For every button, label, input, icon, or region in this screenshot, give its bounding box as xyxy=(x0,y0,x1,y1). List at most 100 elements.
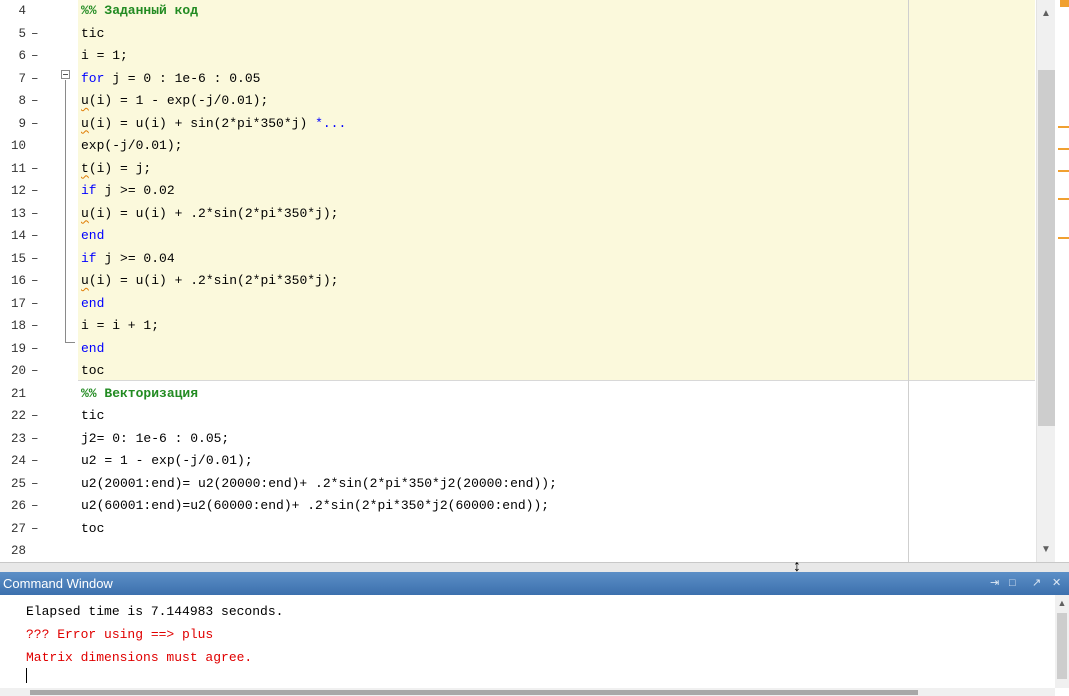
line-number: 27 xyxy=(10,521,26,536)
breakpoint-marker[interactable]: – xyxy=(31,113,39,136)
undock-icon[interactable]: ⇥ xyxy=(990,572,999,595)
breakpoint-marker[interactable]: – xyxy=(31,338,39,361)
breakpoint-marker[interactable]: – xyxy=(31,248,39,271)
close-icon[interactable]: ✕ xyxy=(1052,572,1061,595)
line-number: 21 xyxy=(10,386,26,401)
code-token: u2 = 1 - exp(-j/0.01); xyxy=(81,453,253,468)
keyword-token: for xyxy=(81,70,105,86)
breakpoint-marker[interactable]: – xyxy=(31,450,39,473)
warning-marker[interactable] xyxy=(1058,148,1069,150)
code-token: j2= 0: 1e-6 : 0.05; xyxy=(81,430,230,446)
pin-icon[interactable]: ↗ xyxy=(1032,572,1041,595)
fold-toggle-icon[interactable] xyxy=(61,70,70,79)
warning-marker[interactable] xyxy=(1058,126,1069,128)
line-number: 4 xyxy=(18,4,26,18)
breakpoint-marker[interactable]: – xyxy=(31,428,39,451)
code-line[interactable]: u2(60001:end)=u2(60000:end)+ .2*sin(2*pi… xyxy=(81,495,549,518)
warning-token: u xyxy=(81,115,89,131)
code-token: (i) = 1 - exp(-j/0.01); xyxy=(88,93,269,108)
error-line: Matrix dimensions must agree. xyxy=(26,650,253,665)
code-line[interactable]: exp(-j/0.01); xyxy=(81,135,182,158)
code-token: i = 1; xyxy=(81,48,128,63)
line-number: 11 xyxy=(10,161,26,176)
breakpoint-marker[interactable]: – xyxy=(31,45,39,68)
command-prompt-caret[interactable] xyxy=(26,668,27,683)
code-analyzer-marker-bar[interactable] xyxy=(1056,0,1069,562)
chevron-down-icon[interactable]: ▼ xyxy=(1040,544,1052,556)
breakpoint-marker[interactable]: – xyxy=(31,203,39,226)
pane-splitter[interactable] xyxy=(0,562,1069,572)
breakpoint-marker[interactable]: – xyxy=(31,158,39,181)
command-hscroll-thumb[interactable] xyxy=(30,690,918,695)
code-line[interactable]: i = 1; xyxy=(81,45,128,68)
code-line[interactable]: t(i) = j; xyxy=(81,158,151,181)
line-number: 18 xyxy=(10,319,26,333)
editor-scroll-thumb[interactable] xyxy=(1038,70,1055,426)
keyword-token: *... xyxy=(315,115,347,131)
line-number: 10 xyxy=(10,139,26,153)
code-line[interactable]: u(i) = 1 - exp(-j/0.01); xyxy=(81,90,268,113)
editor-pane[interactable]: 4%% Заданный код 5– tic 6– i = 1; 7– for j = 0… xyxy=(0,0,1069,562)
line-number: 24 xyxy=(10,454,26,468)
code-line[interactable]: if j >= 0.02 xyxy=(81,180,175,203)
keyword-token: if xyxy=(81,250,97,266)
code-line[interactable]: u(i) = u(i) + .2*sin(2*pi*350*j); xyxy=(81,203,338,226)
command-scroll-thumb[interactable] xyxy=(1057,613,1067,679)
code-line[interactable]: %% Заданный код xyxy=(81,0,198,23)
editor-vertical-scrollbar[interactable]: ▲ ▼ xyxy=(1036,0,1055,562)
breakpoint-marker[interactable]: – xyxy=(31,180,39,203)
code-line[interactable]: if j >= 0.04 xyxy=(81,248,175,271)
output-line: Elapsed time is 7.144983 seconds. xyxy=(26,604,284,619)
breakpoint-marker[interactable]: – xyxy=(31,518,39,541)
code-line[interactable]: u(i) = u(i) + sin(2*pi*350*j) *... xyxy=(81,113,346,136)
line-number: 20 xyxy=(10,364,26,378)
chevron-up-icon[interactable]: ▲ xyxy=(1040,8,1052,20)
analyzer-status-indicator[interactable] xyxy=(1060,0,1069,7)
line-number: 17 xyxy=(10,296,26,311)
breakpoint-marker[interactable]: – xyxy=(31,315,39,338)
line-number: 22 xyxy=(10,409,26,423)
command-window-titlebar[interactable]: Command Window ⇥ □ ↗ ✕ xyxy=(0,572,1069,595)
line-number: 25 xyxy=(10,476,26,491)
code-token: tic xyxy=(81,408,105,423)
chevron-up-icon[interactable]: ▲ xyxy=(1057,597,1067,609)
warning-marker[interactable] xyxy=(1058,237,1069,239)
breakpoint-marker[interactable]: – xyxy=(31,495,39,518)
code-line[interactable]: end xyxy=(81,293,104,316)
breakpoint-marker[interactable]: – xyxy=(31,405,39,428)
code-line[interactable]: end xyxy=(81,338,104,361)
breakpoint-marker[interactable]: – xyxy=(31,360,39,383)
code-line[interactable]: for j = 0 : 1e-6 : 0.05 xyxy=(81,68,260,91)
warning-marker[interactable] xyxy=(1058,198,1069,200)
code-line[interactable]: tic xyxy=(81,23,104,46)
code-line[interactable]: tic xyxy=(81,405,104,428)
line-number: 23 xyxy=(10,431,26,446)
code-line[interactable]: j2= 0: 1e-6 : 0.05; xyxy=(81,428,229,451)
code-token: (i) = u(i) + .2*sin(2*pi*350*j); xyxy=(88,273,339,288)
breakpoint-marker[interactable]: – xyxy=(31,90,39,113)
command-vertical-scrollbar[interactable]: ▲ xyxy=(1055,595,1069,688)
maximize-icon[interactable]: □ xyxy=(1009,572,1016,595)
code-line[interactable]: %% Векторизация xyxy=(81,383,198,406)
breakpoint-marker[interactable]: – xyxy=(31,225,39,248)
code-token: tic xyxy=(81,25,105,41)
code-line[interactable]: toc xyxy=(81,360,104,383)
code-line[interactable]: toc xyxy=(81,518,104,541)
command-horizontal-scrollbar[interactable] xyxy=(0,688,1055,696)
breakpoint-marker[interactable]: – xyxy=(31,23,39,46)
code-token: (i) = u(i) + .2*sin(2*pi*350*j); xyxy=(88,205,339,221)
breakpoint-marker[interactable]: – xyxy=(31,473,39,496)
keyword-token: end xyxy=(81,340,105,356)
code-line[interactable]: u(i) = u(i) + .2*sin(2*pi*350*j); xyxy=(81,270,338,293)
breakpoint-marker[interactable]: – xyxy=(31,293,39,316)
breakpoint-marker[interactable]: – xyxy=(31,68,39,91)
code-line[interactable]: i = i + 1; xyxy=(81,315,159,338)
warning-marker[interactable] xyxy=(1058,170,1069,172)
code-line[interactable]: u2 = 1 - exp(-j/0.01); xyxy=(81,450,253,473)
code-line[interactable]: u2(20001:end)= u2(20000:end)+ .2*sin(2*p… xyxy=(81,473,557,496)
line-number: 16 xyxy=(10,274,26,288)
breakpoint-marker[interactable]: – xyxy=(31,270,39,293)
line-number: 13 xyxy=(10,206,26,221)
code-line[interactable]: end xyxy=(81,225,104,248)
command-window-body[interactable]: Elapsed time is 7.144983 seconds. ??? Er… xyxy=(0,595,1069,696)
